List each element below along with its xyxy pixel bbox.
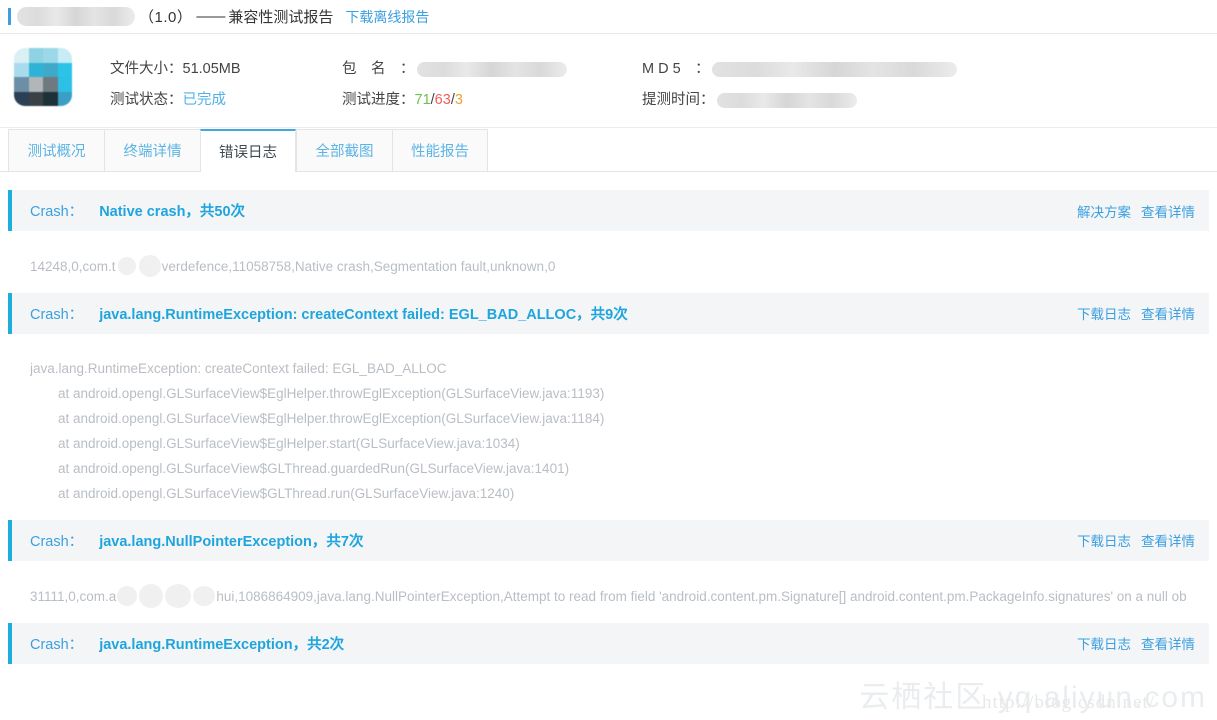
crash-list: Crash： Native crash，共50次 解决方案 查看详情 14248… xyxy=(0,172,1217,664)
tab-label: 全部截图 xyxy=(315,144,374,160)
crash-header[interactable]: Crash： Native crash，共50次 解决方案 查看详情 xyxy=(8,190,1209,231)
submittime-value-redacted xyxy=(716,92,857,108)
redacted-blob-icon xyxy=(193,586,216,607)
info-row-md5: M D 5 ： xyxy=(642,54,1072,85)
log-line: at android.opengl.GLSurfaceView$GLThread… xyxy=(58,485,515,501)
solution-link[interactable]: 解决方案 xyxy=(1077,201,1131,221)
info-column-right: M D 5 ： 提测时间： xyxy=(642,46,1072,116)
packagename-label: 包 名 ： xyxy=(342,61,415,77)
tab-label: 错误日志 xyxy=(219,145,277,161)
packagename-value-redacted xyxy=(416,61,567,77)
progress-fail: 63 xyxy=(434,92,451,108)
title-dash: —— xyxy=(196,8,225,25)
crash-log-body: 31111,0,com.a hui,1086864909,java.lang.Nu… xyxy=(0,561,1217,623)
log-line: 14248,0,com.t verdefence,11058758,Native … xyxy=(30,253,1217,279)
watermark-aliyun: 云栖社区 yq.aliyun.com xyxy=(859,681,1207,714)
tab-label: 测试概况 xyxy=(27,144,86,160)
view-details-link[interactable]: 查看详情 xyxy=(1141,633,1195,653)
tab-performance-report[interactable]: 性能报告 xyxy=(392,129,488,171)
crash-title: java.lang.RuntimeException，共2次 xyxy=(99,636,345,653)
info-row-filesize: 文件大小：51.05MB xyxy=(110,54,342,85)
teststatus-value: 已完成 xyxy=(182,92,227,108)
log-text-post: verdefence,11058758,Native crash,Segment… xyxy=(161,258,556,274)
tab-error-log[interactable]: 错误日志 xyxy=(200,129,296,172)
title-accent-tick xyxy=(8,8,11,25)
app-icon xyxy=(14,48,72,106)
crash-log-body: 14248,0,com.t verdefence,11058758,Native … xyxy=(0,231,1217,293)
app-name-redacted xyxy=(17,7,135,26)
md5-value-redacted xyxy=(711,61,957,77)
crash-header[interactable]: Crash： java.lang.RuntimeException，共2次 下载… xyxy=(8,622,1209,664)
log-text-post: hui,1086864909,java.lang.NullPointerExce… xyxy=(216,588,1187,604)
tab-label: 终端详情 xyxy=(123,144,182,160)
info-columns: 文件大小：51.05MB 测试状态：已完成 包 名 ： 测试进度：71/63/3… xyxy=(72,46,1217,116)
crash-header[interactable]: Crash： java.lang.RuntimeException: creat… xyxy=(8,292,1209,334)
download-log-link[interactable]: 下载日志 xyxy=(1077,633,1131,653)
info-column-middle: 包 名 ： 测试进度：71/63/3 xyxy=(342,46,642,116)
log-text-pre: 31111,0,com.a xyxy=(30,588,117,604)
md5-label: M D 5 ： xyxy=(642,61,710,77)
crash-label: Crash： xyxy=(30,636,84,653)
app-version: （1.0） xyxy=(139,9,193,26)
progress-label: 测试进度： xyxy=(342,92,415,108)
crash-actions: 下载日志 查看详情 xyxy=(1077,303,1195,323)
page-title-bar: （1.0） —— 兼容性测试报告 下载离线报告 xyxy=(0,0,1217,34)
progress-error: 3 xyxy=(454,92,463,108)
watermark-csdn: http://blog.csdn.net/ xyxy=(982,692,1155,713)
page-title: 兼容性测试报告 xyxy=(228,9,334,26)
redacted-blob-icon xyxy=(117,586,138,607)
submittime-label: 提测时间： xyxy=(642,92,715,108)
log-line: at android.opengl.GLSurfaceView$EglHelpe… xyxy=(58,385,605,401)
crash-title: java.lang.NullPointerException，共7次 xyxy=(99,533,364,550)
view-details-link[interactable]: 查看详情 xyxy=(1141,303,1195,323)
log-line: at android.opengl.GLSurfaceView$EglHelpe… xyxy=(58,435,520,451)
crash-title: java.lang.RuntimeException: createContex… xyxy=(99,306,628,323)
info-row-progress: 测试进度：71/63/3 xyxy=(342,85,642,116)
view-details-link[interactable]: 查看详情 xyxy=(1141,201,1195,221)
crash-actions: 下载日志 查看详情 xyxy=(1077,633,1195,653)
info-row-submittime: 提测时间： xyxy=(642,85,1072,116)
teststatus-label: 测试状态： xyxy=(110,92,183,108)
redacted-blob-icon xyxy=(165,584,192,609)
info-row-teststatus: 测试状态：已完成 xyxy=(110,85,342,116)
info-row-packagename: 包 名 ： xyxy=(342,54,642,85)
log-text-pre: 14248,0,com.t xyxy=(30,258,116,274)
crash-title: Native crash，共50次 xyxy=(99,204,246,220)
redacted-blob-icon xyxy=(138,255,161,278)
crash-label: Crash： xyxy=(30,204,84,220)
log-line: 31111,0,com.a hui,1086864909,java.lang.Nu… xyxy=(30,583,1217,609)
log-line: at android.opengl.GLSurfaceView$EglHelpe… xyxy=(58,410,605,426)
app-info-panel: 文件大小：51.05MB 测试状态：已完成 包 名 ： 测试进度：71/63/3… xyxy=(0,34,1217,128)
filesize-value: 51.05MB xyxy=(182,61,241,77)
progress-pass: 71 xyxy=(414,92,431,108)
tab-all-screenshots[interactable]: 全部截图 xyxy=(296,129,392,171)
crash-header[interactable]: Crash： java.lang.NullPointerException，共7… xyxy=(8,519,1209,561)
crash-label: Crash： xyxy=(30,306,84,323)
tab-test-overview[interactable]: 测试概况 xyxy=(8,129,104,171)
log-line: at android.opengl.GLSurfaceView$GLThread… xyxy=(58,460,570,476)
crash-label: Crash： xyxy=(30,533,84,550)
download-offline-report-link[interactable]: 下载离线报告 xyxy=(345,7,429,27)
download-log-link[interactable]: 下载日志 xyxy=(1077,303,1131,323)
crash-log-body: java.lang.RuntimeException: createContex… xyxy=(0,334,1217,520)
filesize-label: 文件大小： xyxy=(110,61,183,77)
crash-actions: 下载日志 查看详情 xyxy=(1077,530,1195,550)
redacted-blob-icon xyxy=(139,584,164,609)
crash-actions: 解决方案 查看详情 xyxy=(1077,201,1195,221)
info-column-left: 文件大小：51.05MB 测试状态：已完成 xyxy=(72,46,342,116)
view-details-link[interactable]: 查看详情 xyxy=(1141,530,1195,550)
redacted-blob-icon xyxy=(117,257,136,276)
tab-label: 性能报告 xyxy=(411,144,469,160)
log-line: java.lang.RuntimeException: createContex… xyxy=(30,360,447,376)
download-log-link[interactable]: 下载日志 xyxy=(1077,530,1131,550)
tab-device-details[interactable]: 终端详情 xyxy=(104,129,200,171)
report-tabs: 测试概况 终端详情 错误日志 全部截图 性能报告 xyxy=(0,128,1217,172)
